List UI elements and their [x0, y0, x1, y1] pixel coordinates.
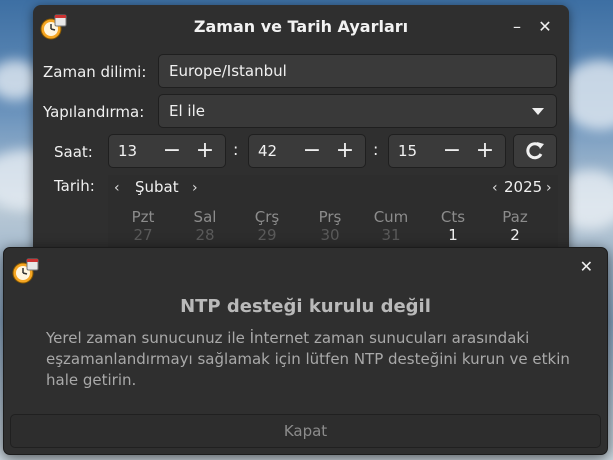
time-separator: : — [373, 140, 379, 159]
window-titlebar: Zaman ve Tarih Ayarları – ✕ — [33, 5, 569, 49]
clock-calendar-icon — [12, 258, 39, 284]
minute-spinner[interactable]: 42 − + — [248, 134, 366, 168]
timezone-field[interactable]: Europe/Istanbul — [158, 54, 557, 88]
weekday-header: Pzt — [131, 208, 155, 226]
weekday-header: Paz — [502, 208, 528, 226]
refresh-icon — [526, 142, 544, 160]
configuration-dropdown[interactable]: El ile — [158, 94, 557, 128]
dialog-close-button[interactable]: ✕ — [580, 257, 593, 276]
refresh-button[interactable] — [513, 134, 557, 168]
weekday-header: Çrş — [254, 208, 280, 226]
minimize-button[interactable]: – — [507, 17, 527, 37]
second-value: 15 — [398, 142, 418, 160]
minute-decrement-button[interactable]: − — [296, 135, 328, 167]
window-title: Zaman ve Tarih Ayarları — [193, 17, 409, 36]
calendar-day[interactable]: 30 — [302, 226, 358, 244]
ntp-warning-dialog: ✕ NTP desteği kurulu değil Yerel zaman s… — [3, 247, 608, 455]
time-label: Saat: — [54, 143, 93, 161]
timezone-label: Zaman dilimi: — [43, 63, 147, 81]
prev-year-button[interactable]: ‹ — [492, 180, 498, 196]
configuration-value: El ile — [169, 102, 205, 120]
weekday-header: Cts — [440, 208, 466, 226]
configuration-label: Yapılandırma: — [43, 103, 145, 121]
second-spinner[interactable]: 15 − + — [388, 134, 506, 168]
calendar-day[interactable]: 1 — [425, 226, 481, 244]
dialog-heading: NTP desteği kurulu değil — [180, 296, 431, 317]
minimize-icon: – — [513, 17, 521, 36]
calendar-day[interactable]: 27 — [115, 226, 171, 244]
close-button[interactable]: ✕ — [535, 17, 555, 37]
hour-increment-button[interactable]: + — [189, 135, 221, 167]
calendar-day[interactable]: 31 — [363, 226, 419, 244]
calendar-year: 2025 — [504, 178, 543, 196]
close-dialog-button[interactable]: Kapat — [10, 414, 601, 448]
dropdown-arrow-icon — [532, 108, 544, 115]
weekday-header: Cum — [373, 208, 409, 226]
minute-value: 42 — [258, 142, 278, 160]
hour-decrement-button[interactable]: − — [156, 135, 188, 167]
second-decrement-button[interactable]: − — [436, 135, 468, 167]
calendar-day[interactable]: 29 — [239, 226, 295, 244]
date-label: Tarih: — [54, 177, 95, 195]
hour-spinner[interactable]: 13 − + — [108, 134, 226, 168]
calendar-day[interactable]: 2 — [487, 226, 543, 244]
dialog-message-line: eşzamanlandırmayı sağlamak için lütfen N… — [46, 350, 570, 368]
next-year-button[interactable]: › — [546, 180, 552, 196]
time-separator: : — [233, 140, 239, 159]
weekday-header: Sal — [193, 208, 217, 226]
close-icon: ✕ — [579, 257, 593, 276]
dialog-message-line: Yerel zaman sunucunuz ile İnternet zaman… — [46, 329, 530, 347]
dialog-message-line: hale getirin. — [46, 371, 137, 389]
dialog-message: Yerel zaman sunucunuz ile İnternet zaman… — [46, 328, 581, 391]
close-icon: ✕ — [538, 17, 552, 36]
hour-value: 13 — [118, 142, 138, 160]
prev-month-button[interactable]: ‹ — [114, 180, 120, 196]
calendar-day[interactable]: 28 — [177, 226, 233, 244]
timezone-value: Europe/Istanbul — [169, 62, 287, 80]
second-increment-button[interactable]: + — [469, 135, 501, 167]
calendar-month: Şubat — [135, 178, 179, 196]
minute-increment-button[interactable]: + — [329, 135, 361, 167]
next-month-button[interactable]: › — [192, 180, 198, 196]
weekday-header: Prş — [318, 208, 342, 226]
